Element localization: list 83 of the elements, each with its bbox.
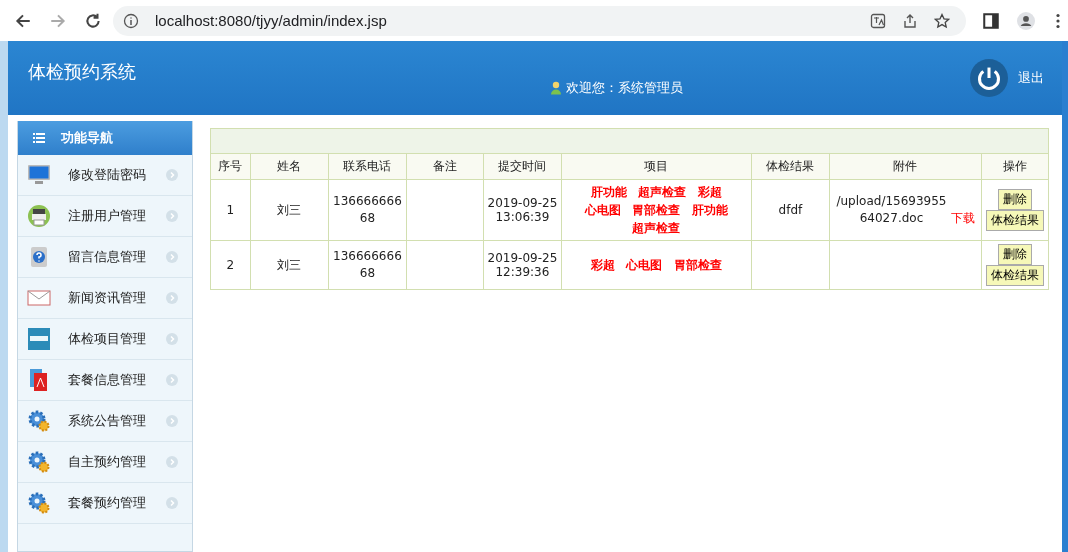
printer-icon <box>27 204 51 228</box>
power-icon[interactable] <box>970 59 1008 97</box>
monitor-icon <box>27 163 51 187</box>
sidebar-item[interactable]: 体检项目管理 <box>18 319 192 360</box>
exam-item: 胃部检查 <box>674 258 723 272</box>
exam-item: 肝功能 <box>590 185 627 199</box>
exam-item: 超声检查 <box>638 185 687 199</box>
exam-item: 彩超 <box>590 258 615 272</box>
column-header: 联系电话 <box>328 153 407 180</box>
star-icon[interactable] <box>934 12 950 29</box>
share-icon[interactable] <box>902 12 918 29</box>
list-icon <box>33 133 45 143</box>
sidebar-item-label: 体检项目管理 <box>68 330 147 348</box>
sidebar-item[interactable]: 留言信息管理 <box>18 237 192 278</box>
sidebar-item[interactable]: 自主预约管理 <box>18 442 192 483</box>
chevron-icon <box>165 497 178 509</box>
sidebar-item[interactable]: 新闻资讯管理 <box>18 278 192 319</box>
logout-link[interactable]: 退出 <box>1018 69 1044 87</box>
sidebar-item-label: 套餐信息管理 <box>68 371 147 389</box>
chevron-icon <box>165 169 178 181</box>
column-header: 备注 <box>406 153 484 180</box>
sidebar-item-label: 注册用户管理 <box>68 207 147 225</box>
column-header: 附件 <box>829 153 982 180</box>
sidebar-item-label: 自主预约管理 <box>68 453 147 471</box>
gears-icon <box>27 450 51 474</box>
action-button[interactable]: 体检结果 <box>985 210 1044 231</box>
user-icon <box>550 81 562 95</box>
exam-item: 彩超 <box>698 185 723 199</box>
side-panel-icon[interactable] <box>982 11 1000 30</box>
exam-item: 心电图 <box>584 203 621 217</box>
table-cell: 2 <box>210 240 251 290</box>
gears-icon <box>27 409 51 433</box>
sidebar-item-label: 修改登陆密码 <box>68 166 147 184</box>
table-cell: 1 <box>210 179 251 241</box>
attachment-path: /upload/1569395564027.doc <box>835 193 948 227</box>
column-header: 项目 <box>561 153 752 180</box>
column-header: 提交时间 <box>483 153 562 180</box>
exam-item: 超声检查 <box>632 221 681 235</box>
column-header: 体检结果 <box>751 153 830 180</box>
table-cell: dfdf <box>751 179 830 241</box>
sidebar-item[interactable]: 系统公告管理 <box>18 401 192 442</box>
download-link[interactable]: 下载 <box>951 211 976 225</box>
sidebar-item[interactable]: 套餐信息管理 <box>18 360 192 401</box>
sidebar-item-label: 新闻资讯管理 <box>68 289 147 307</box>
chevron-icon <box>165 456 178 468</box>
sidebar-heading-text: 功能导航 <box>61 129 113 147</box>
exam-item: 肝功能 <box>692 203 729 217</box>
table-cell: 刘三 <box>250 179 329 241</box>
chevron-icon <box>165 415 178 427</box>
translate-icon[interactable] <box>870 12 886 29</box>
table-cell: 13666666668 <box>328 240 407 290</box>
info-icon[interactable] <box>123 12 139 29</box>
menu-icon[interactable] <box>1056 12 1060 29</box>
chevron-icon <box>165 333 178 345</box>
exam-item: 胃部检查 <box>632 203 681 217</box>
action-button[interactable]: 体检结果 <box>985 265 1044 286</box>
action-button[interactable]: 删除 <box>997 189 1032 210</box>
site-title: 体检预约系统 <box>28 60 137 84</box>
action-button[interactable]: 删除 <box>997 244 1032 265</box>
sidebar-item-label: 套餐预约管理 <box>68 494 147 512</box>
gears-icon <box>27 491 51 515</box>
sidebar-item-label: 系统公告管理 <box>68 412 147 430</box>
chevron-icon <box>165 292 178 304</box>
url-text: localhost:8080/tjyy/admin/index.jsp <box>155 12 387 29</box>
table-cell: 2019-09-25 13:06:39 <box>483 179 562 241</box>
chevron-icon <box>165 251 178 263</box>
profile-icon[interactable] <box>1017 11 1035 30</box>
exam-item: 心电图 <box>626 258 663 272</box>
welcome-text: 欢迎您：系统管理员 <box>566 79 683 97</box>
sidebar-item[interactable]: 注册用户管理 <box>18 196 192 237</box>
column-header: 姓名 <box>250 153 329 180</box>
sidebar-item-label: 留言信息管理 <box>68 248 147 266</box>
table-cell: 2019-09-25 12:39:36 <box>483 240 562 290</box>
chevron-icon <box>165 210 178 222</box>
sidebar-item[interactable]: 修改登陆密码 <box>18 155 192 196</box>
reload-icon[interactable] <box>84 11 102 30</box>
table-cell: 13666666668 <box>328 179 407 241</box>
table-cell: 刘三 <box>250 240 329 290</box>
chevron-icon <box>165 374 178 386</box>
sidebar-item[interactable]: 套餐预约管理 <box>18 483 192 524</box>
news-icon <box>27 327 51 351</box>
address-bar[interactable]: localhost:8080/tjyy/admin/index.jsp <box>113 5 966 36</box>
column-header: 序号 <box>210 153 251 180</box>
